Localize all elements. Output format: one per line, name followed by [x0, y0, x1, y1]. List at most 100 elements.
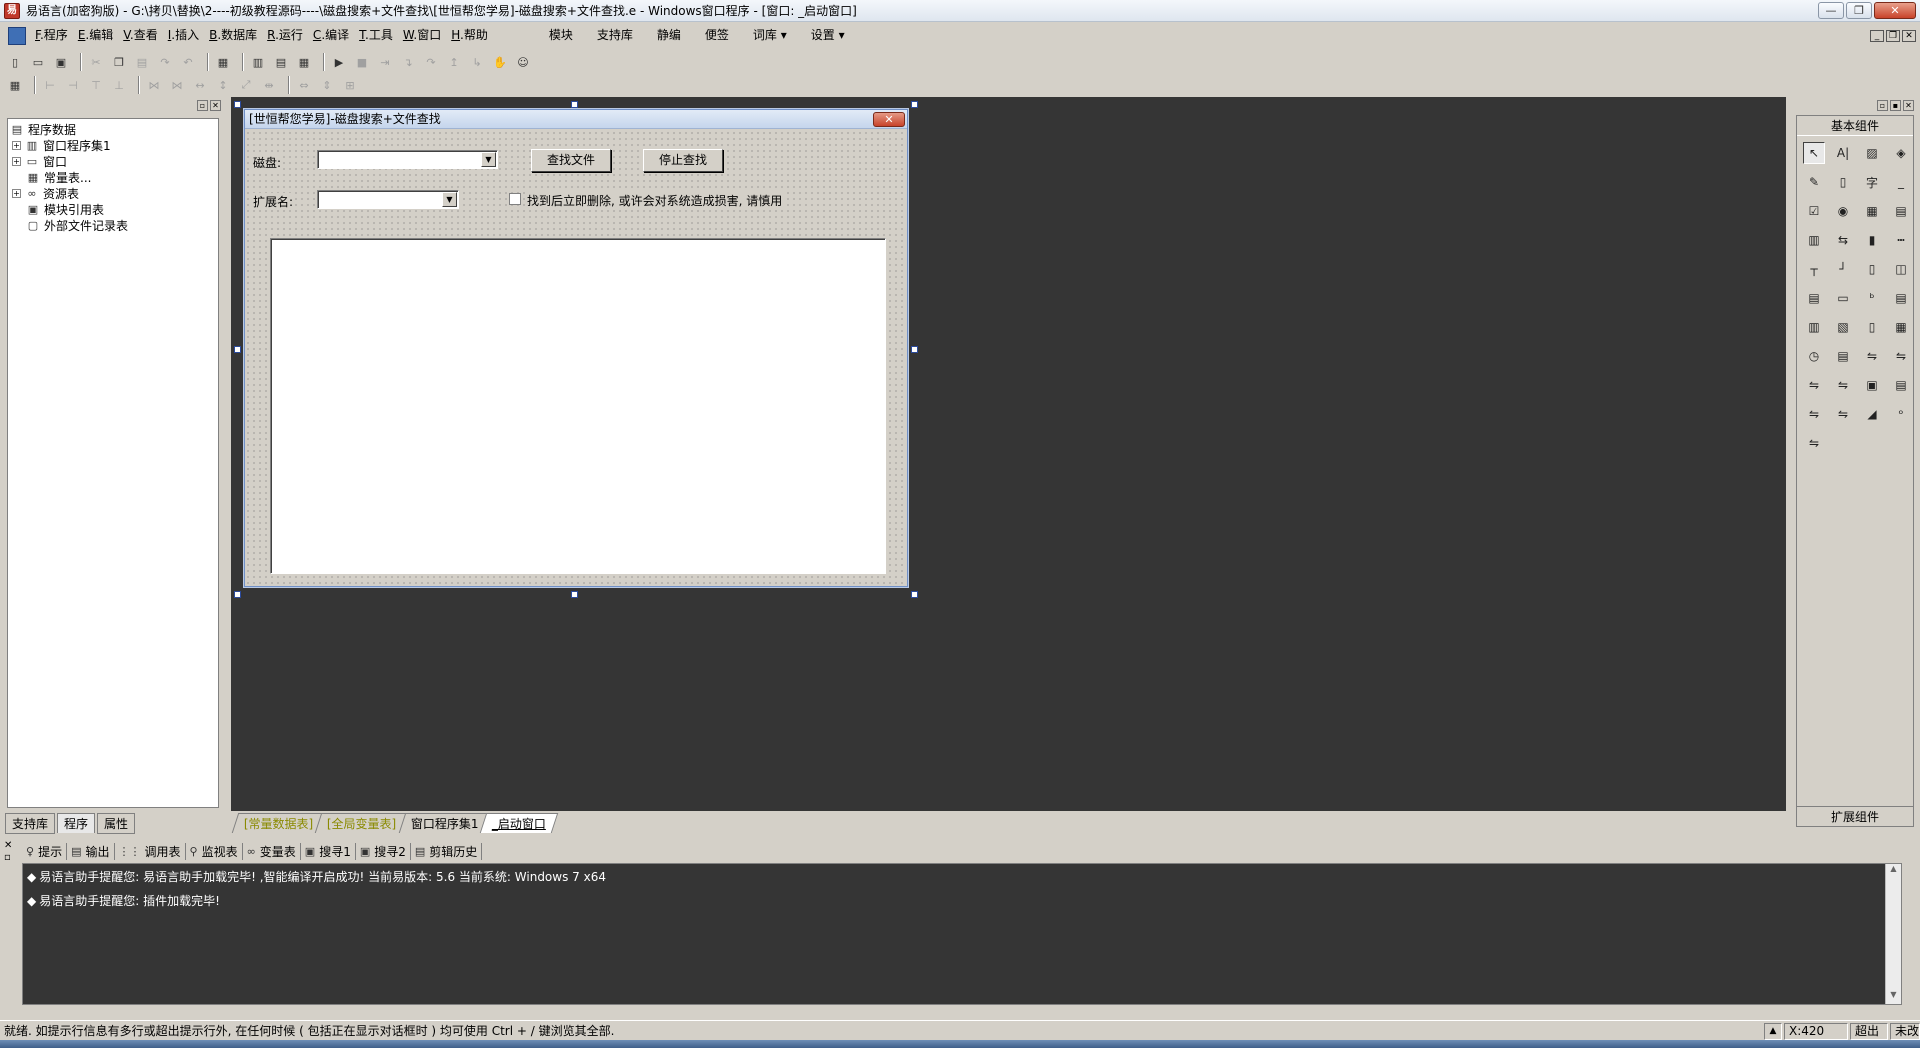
menu-item-c[interactable]: C.编译 — [308, 22, 354, 49]
component-icon[interactable]: ⇋ — [1803, 403, 1825, 425]
menu-extra-item[interactable]: 模块 — [537, 22, 585, 49]
component-icon[interactable]: ◈ — [1890, 142, 1912, 164]
component-icon[interactable]: 字 — [1861, 171, 1883, 193]
delete-checkbox[interactable] — [509, 193, 521, 205]
output-tab[interactable]: ∞ 变量表 — [243, 842, 301, 860]
menu-item-v[interactable]: V.查看 — [118, 22, 163, 49]
component-icon[interactable]: ▤ — [1832, 345, 1854, 367]
save-icon[interactable]: ▣ — [52, 53, 70, 71]
design-tab[interactable]: _启动窗口 — [480, 813, 559, 833]
menu-extra-item[interactable]: 设置 ▾ — [799, 22, 857, 49]
left-tab[interactable]: 支持库 — [5, 812, 56, 834]
component-icon[interactable]: ▤ — [1890, 374, 1912, 396]
maximize-button[interactable]: ❐ — [1846, 2, 1872, 19]
tree-item[interactable]: ▤ 程序数据 — [10, 121, 76, 137]
component-icon[interactable]: ⇋ — [1832, 403, 1854, 425]
resize-handle[interactable] — [571, 591, 578, 598]
design-tab[interactable]: [全局变量表] — [315, 813, 409, 833]
paste-icon[interactable]: ▤ — [133, 53, 151, 71]
menu-item-e[interactable]: E.编辑 — [73, 22, 118, 49]
component-icon[interactable]: ▮ — [1861, 229, 1883, 251]
menu-extra-item[interactable]: 静编 — [645, 22, 693, 49]
output-tab[interactable]: ⋮⋮ 调用表 — [115, 842, 186, 860]
component-icon[interactable]: ▯ — [1861, 258, 1883, 280]
panel-close-button[interactable]: ✕ — [210, 100, 221, 111]
component-icon[interactable]: ▭ — [1832, 287, 1854, 309]
chevron-down-icon[interactable]: ▼ — [442, 192, 457, 207]
expand-icon[interactable]: + — [12, 188, 21, 198]
layout3-icon[interactable]: ▦ — [295, 53, 313, 71]
align-left-icon[interactable]: ⊢ — [41, 76, 59, 94]
open-file-icon[interactable]: ▭ — [29, 53, 47, 71]
component-icon[interactable]: ▧ — [1832, 316, 1854, 338]
space-h-icon[interactable]: ⇹ — [260, 76, 278, 94]
layout1-icon[interactable]: ▥ — [249, 53, 267, 71]
component-icon[interactable]: ◉ — [1832, 200, 1854, 222]
new-file-icon[interactable]: ▯ — [6, 53, 24, 71]
component-icon[interactable]: ◢ — [1861, 403, 1883, 425]
output-tab[interactable]: ▣ 搜寻2 — [356, 842, 411, 860]
pin-icon[interactable]: ▫ — [4, 852, 11, 863]
component-icon[interactable]: A| — [1832, 142, 1854, 164]
menu-extra-item[interactable]: 词库 ▾ — [741, 22, 799, 49]
component-icon[interactable]: ▦ — [1861, 200, 1883, 222]
form-window[interactable]: [世恒帮您学易]-磁盘搜索+文件查找 ✕ 磁盘: ▼ 查找文件 停止查找 扩展名… — [244, 109, 908, 587]
same-width-icon[interactable]: ↔ — [191, 76, 209, 94]
component-icon[interactable]: ▣ — [1861, 374, 1883, 396]
component-icon[interactable]: ⇋ — [1861, 345, 1883, 367]
stop-search-button[interactable]: 停止查找 — [643, 149, 723, 172]
menu-extra-item[interactable]: 支持库 — [585, 22, 645, 49]
component-icon[interactable]: ▯ — [1832, 171, 1854, 193]
tree-item[interactable]: ▣ 模块引用表 — [26, 201, 104, 217]
layout2-icon[interactable]: ▤ — [272, 53, 290, 71]
tree-item[interactable]: ▦ 常量表... — [26, 169, 92, 185]
cut-icon[interactable]: ✂ — [87, 53, 105, 71]
resize-handle[interactable] — [911, 591, 918, 598]
component-icon[interactable]: ▤ — [1890, 200, 1912, 222]
people-icon[interactable]: ☺ — [514, 53, 532, 71]
component-icon[interactable]: ⇋ — [1803, 374, 1825, 396]
menu-item-r[interactable]: R.运行 — [262, 22, 308, 49]
menu-item-t[interactable]: T.工具 — [354, 22, 398, 49]
component-icon[interactable]: _ — [1890, 171, 1912, 193]
same-height-icon[interactable]: ↕ — [214, 76, 232, 94]
design-tab[interactable]: [常量数据表] — [231, 813, 326, 833]
output-tab[interactable]: ▣ 搜寻1 — [301, 842, 356, 860]
component-icon[interactable]: ┅ — [1890, 229, 1912, 251]
output-tab[interactable]: ⚲ 监视表 — [186, 842, 243, 860]
panel-float-button[interactable]: ▫ — [1877, 100, 1888, 111]
align-top-icon[interactable]: ⊤ — [87, 76, 105, 94]
center-window-v-icon[interactable]: ⇕ — [318, 76, 336, 94]
mdi-close-button[interactable]: ✕ — [1902, 30, 1916, 42]
component-icon[interactable]: ᵒ — [1890, 403, 1912, 425]
mdi-restore-button[interactable]: ❐ — [1886, 30, 1900, 42]
component-icon[interactable]: ☑ — [1803, 200, 1825, 222]
component-icon[interactable]: ⇋ — [1832, 374, 1854, 396]
run-to-cursor-icon[interactable]: ↳ — [468, 53, 486, 71]
component-icon[interactable]: ◷ — [1803, 345, 1825, 367]
align-right-icon[interactable]: ⊣ — [64, 76, 82, 94]
panel-pin-button[interactable]: ▪ — [1890, 100, 1901, 111]
tree-item[interactable]: ▢ 外部文件记录表 — [26, 217, 128, 233]
scroll-up-icon[interactable]: ▲ — [1886, 864, 1901, 878]
step-icon[interactable]: ⇥ — [376, 53, 394, 71]
component-icon[interactable]: ┬ — [1803, 258, 1825, 280]
menu-item-i[interactable]: I.插入 — [163, 22, 204, 49]
component-icon[interactable]: ▥ — [1803, 229, 1825, 251]
resize-handle[interactable] — [571, 101, 578, 108]
panel-close-button[interactable]: ✕ — [1903, 100, 1914, 111]
component-icon[interactable]: ▥ — [1803, 316, 1825, 338]
stop-icon[interactable]: ■ — [353, 53, 371, 71]
tree-item[interactable]: + ▥ 窗口程序集1 — [12, 137, 111, 153]
up-arrow-icon[interactable]: ▲ — [1764, 1023, 1782, 1040]
results-listbox[interactable] — [270, 238, 886, 574]
disk-combobox[interactable]: ▼ — [317, 150, 498, 169]
component-icon[interactable]: ▤ — [1803, 287, 1825, 309]
component-icon[interactable]: ᵇ — [1861, 287, 1883, 309]
output-scrollbar[interactable]: ▲ ▼ — [1885, 864, 1901, 1004]
grid-icon[interactable]: ▦ — [6, 76, 24, 94]
menu-item-h[interactable]: H.帮助 — [446, 22, 493, 49]
chevron-down-icon[interactable]: ▼ — [481, 152, 496, 167]
panel-pin-button[interactable]: ▫ — [197, 100, 208, 111]
menu-item-b[interactable]: B.数据库 — [204, 22, 262, 49]
